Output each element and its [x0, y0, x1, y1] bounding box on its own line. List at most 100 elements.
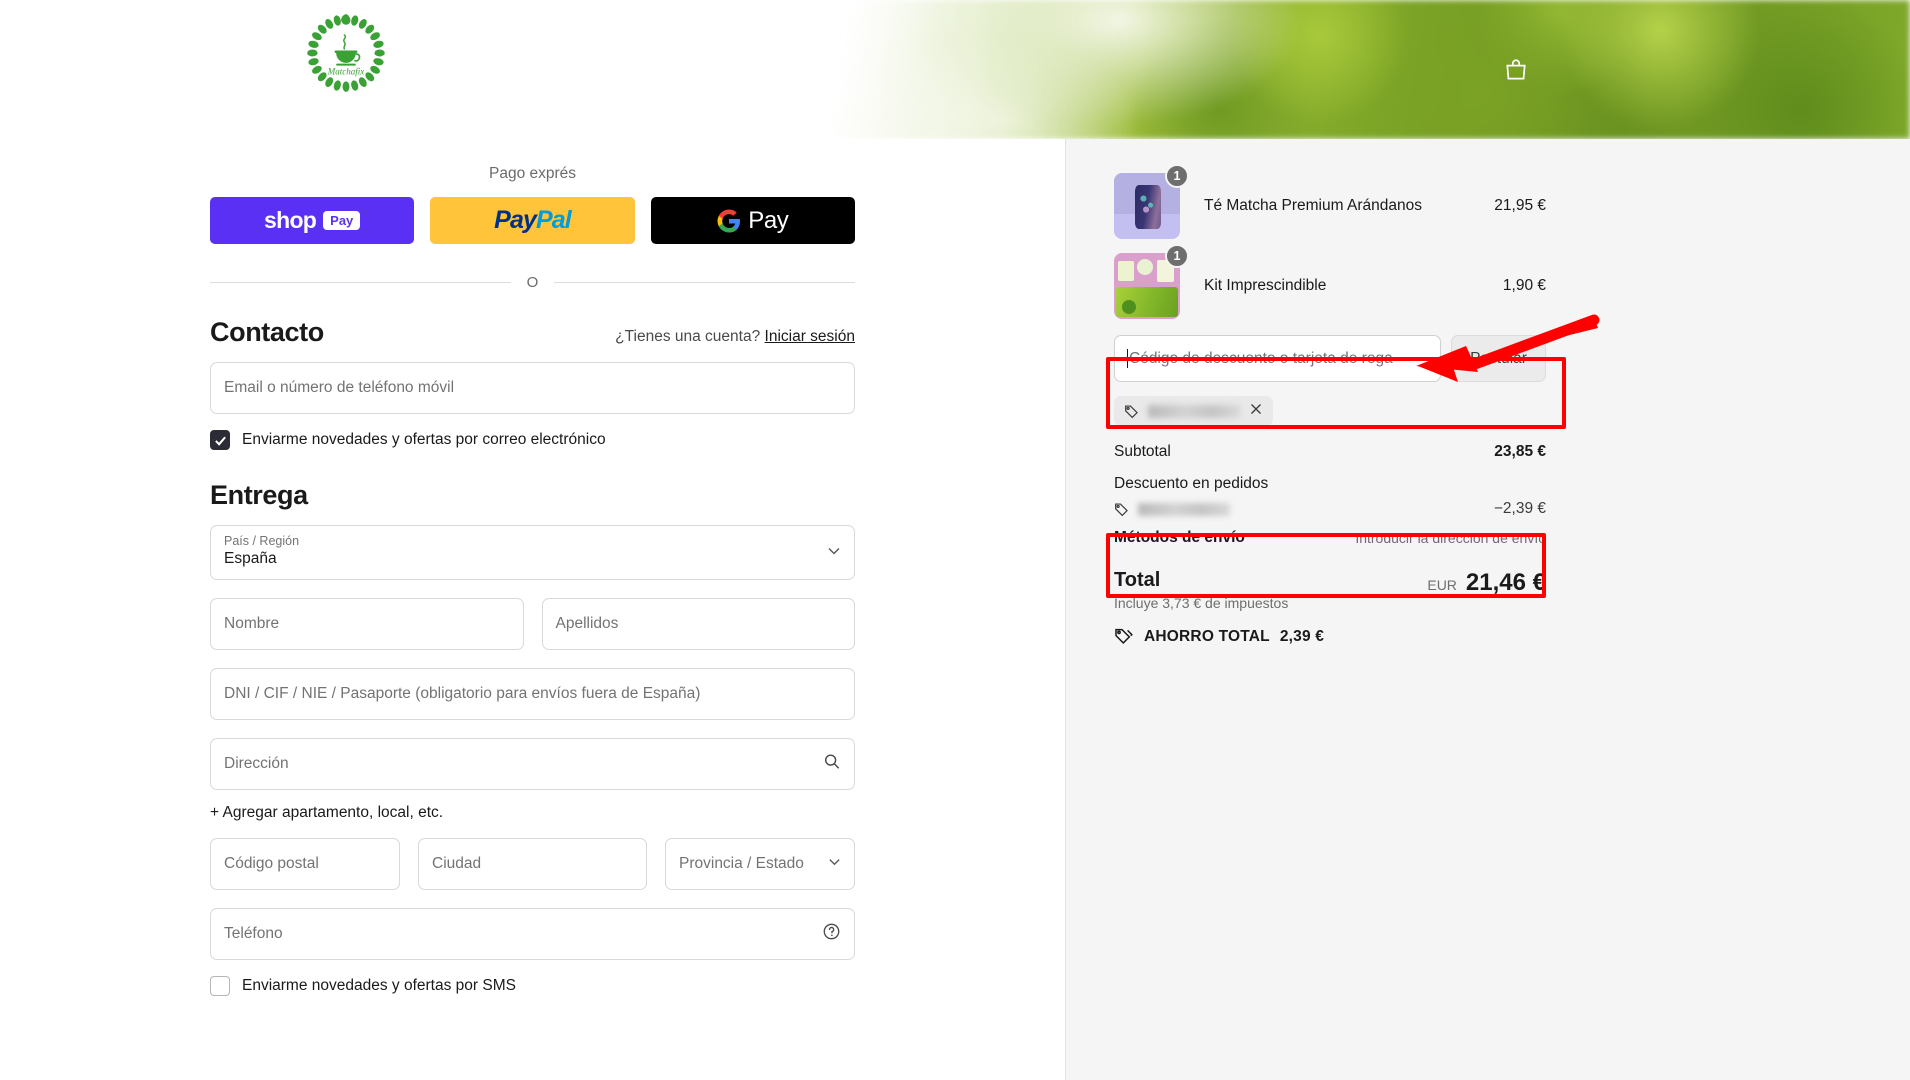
- header-banner: Matchafix: [0, 0, 1910, 139]
- product-price: 1,90 €: [1502, 277, 1546, 294]
- sms-checkbox-row[interactable]: Enviarme novedades y ofertas por SMS: [210, 976, 855, 996]
- add-apartment-link[interactable]: + Agregar apartamento, local, etc.: [210, 804, 855, 822]
- address-field[interactable]: Dirección: [210, 738, 855, 790]
- chevron-down-icon: [827, 543, 841, 562]
- city-placeholder: Ciudad: [432, 855, 482, 872]
- last-name-field[interactable]: Apellidos: [541, 598, 855, 650]
- contact-header: Contacto ¿Tienes una cuenta? Iniciar ses…: [210, 317, 855, 348]
- newsletter-checkbox-row[interactable]: Enviarme novedades y ofertas por correo …: [210, 430, 855, 450]
- chevron-down-icon: [828, 855, 841, 873]
- applied-discount-chip: [1114, 396, 1273, 426]
- first-name-field[interactable]: Nombre: [210, 598, 524, 650]
- double-tag-icon: [1115, 628, 1133, 644]
- newsletter-checkbox[interactable]: [210, 430, 230, 450]
- product-price: 21,95 €: [1494, 197, 1546, 214]
- order-summary-panel: 1 Té Matcha Premium Arándanos 21,95 € 1 …: [1065, 139, 1910, 1080]
- checkout-form-column: Pago exprés shop Pay Pay Pal Pay O Conta…: [0, 139, 1065, 1080]
- sms-checkbox[interactable]: [210, 976, 230, 996]
- shipping-row: Métodos de envío Introducir la dirección…: [1114, 529, 1546, 547]
- country-value: España: [224, 550, 277, 567]
- account-prompt: ¿Tienes una cuenta? Iniciar sesión: [615, 328, 855, 346]
- paypal-button[interactable]: Pay Pal: [430, 197, 635, 244]
- total-row: Total Incluye 3,73 € de impuestos EUR 21…: [1114, 569, 1546, 611]
- apply-discount-button[interactable]: Postular: [1451, 335, 1546, 382]
- phone-field[interactable]: Teléfono: [210, 908, 855, 960]
- quantity-badge: 1: [1165, 164, 1189, 188]
- divider-line-right: [554, 282, 856, 283]
- discount-code-placeholder: Código de descuento o tarjeta de rega: [1129, 349, 1393, 367]
- tag-icon: [1125, 404, 1138, 418]
- google-pay-wordmark: Pay: [748, 206, 789, 234]
- newsletter-label: Enviarme novedades y ofertas por correo …: [242, 431, 606, 448]
- shop-pay-pill: Pay: [323, 211, 361, 230]
- express-checkout-label: Pago exprés: [488, 165, 577, 182]
- product-name: Kit Imprescindible: [1204, 277, 1327, 294]
- order-discount-block: Descuento en pedidos −2,39 €: [1114, 475, 1546, 518]
- country-select[interactable]: País / Región España: [210, 525, 855, 580]
- checkmark-icon: [214, 436, 226, 446]
- total-value: 21,46 €: [1465, 569, 1546, 596]
- shipping-label: Métodos de envío: [1114, 529, 1245, 546]
- currency-code: EUR: [1427, 577, 1457, 593]
- name-row: Nombre Apellidos: [210, 598, 855, 650]
- remove-discount-icon[interactable]: [1249, 402, 1263, 421]
- order-discount-code: [1114, 502, 1230, 517]
- product-thumbnail-wrap: 1: [1114, 244, 1189, 319]
- total-savings-row: AHORRO TOTAL 2,39 €: [1114, 627, 1546, 647]
- identity-document-placeholder: DNI / CIF / NIE / Pasaporte (obligatorio…: [224, 685, 701, 702]
- banner-fade-overlay: [0, 0, 1910, 139]
- order-discount-label: Descuento en pedidos: [1114, 475, 1269, 492]
- help-icon[interactable]: [822, 922, 841, 946]
- subtotal-value: 23,85 €: [1494, 443, 1546, 460]
- phone-placeholder: Teléfono: [224, 925, 283, 942]
- postal-city-province-row: Código postal Ciudad Provincia / Estado: [210, 838, 855, 890]
- total-label: Total: [1114, 569, 1161, 591]
- quantity-badge: 1: [1165, 244, 1189, 268]
- checkout-page: Matchafix Pago exprés shop Pay Pay Pal P…: [0, 0, 1910, 1080]
- savings-value: 2,39 €: [1279, 628, 1325, 645]
- discount-code-input[interactable]: Código de descuento o tarjeta de rega: [1114, 335, 1441, 382]
- cart-icon[interactable]: [1503, 57, 1529, 83]
- city-field[interactable]: Ciudad: [418, 838, 647, 890]
- postal-code-field[interactable]: Código postal: [210, 838, 400, 890]
- first-name-placeholder: Nombre: [224, 615, 280, 632]
- account-question: ¿Tienes una cuenta?: [615, 328, 761, 345]
- shop-pay-button[interactable]: shop Pay: [210, 197, 415, 244]
- google-g-icon: [717, 209, 741, 232]
- order-discount-detail: −2,39 €: [1114, 500, 1546, 518]
- tag-icon: [1115, 502, 1128, 516]
- logo-wordmark: Matchafix: [327, 66, 365, 76]
- country-label: País / Región: [224, 534, 300, 548]
- order-discount-value: −2,39 €: [1493, 500, 1546, 517]
- tax-note: Incluye 3,73 € de impuestos: [1114, 595, 1289, 611]
- subtotal-label: Subtotal: [1114, 443, 1171, 460]
- email-placeholder: Email o número de teléfono móvil: [224, 379, 455, 396]
- delivery-heading: Entrega: [210, 480, 308, 510]
- list-item: 1 Té Matcha Premium Arándanos 21,95 €: [1114, 164, 1546, 239]
- province-select[interactable]: Provincia / Estado: [665, 838, 855, 890]
- or-divider: O: [210, 274, 856, 291]
- login-link[interactable]: Iniciar sesión: [765, 328, 855, 345]
- list-item: 1 Kit Imprescindible 1,90 €: [1114, 244, 1546, 319]
- last-name-placeholder: Apellidos: [555, 615, 619, 632]
- subtotal-row: Subtotal 23,85 €: [1114, 443, 1546, 461]
- express-payment-buttons: shop Pay Pay Pal Pay: [210, 197, 855, 244]
- savings-label: AHORRO TOTAL: [1144, 628, 1270, 645]
- search-icon: [823, 753, 841, 776]
- email-field[interactable]: Email o número de teléfono móvil: [210, 362, 855, 414]
- identity-document-field[interactable]: DNI / CIF / NIE / Pasaporte (obligatorio…: [210, 668, 855, 720]
- store-logo[interactable]: Matchafix: [305, 12, 387, 94]
- paypal-wordmark-pay: Pay: [494, 206, 537, 234]
- sms-label: Enviarme novedades y ofertas por SMS: [242, 977, 516, 994]
- tea-canister-graphic: [1135, 185, 1161, 229]
- province-placeholder: Provincia / Estado: [679, 855, 804, 872]
- applied-discount-code-blurred: [1148, 404, 1240, 418]
- divider-label: O: [526, 274, 539, 291]
- google-pay-button[interactable]: Pay: [650, 197, 855, 244]
- product-name: Té Matcha Premium Arándanos: [1204, 197, 1422, 214]
- text-cursor: [1127, 349, 1128, 368]
- postal-code-placeholder: Código postal: [224, 855, 319, 872]
- shop-pay-wordmark: shop: [264, 207, 317, 233]
- divider-line-left: [210, 282, 511, 283]
- contact-heading: Contacto: [210, 317, 324, 347]
